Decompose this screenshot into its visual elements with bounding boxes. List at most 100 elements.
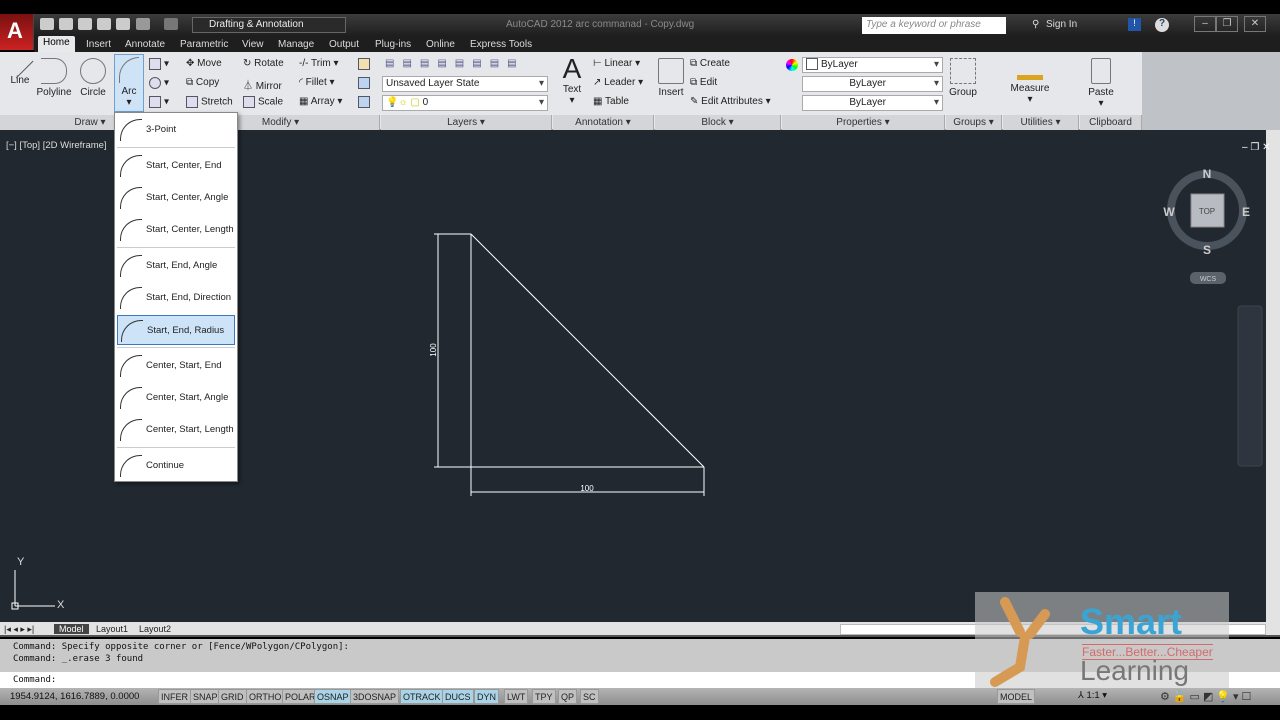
array-button[interactable]: ▦ Array ▾ — [299, 96, 342, 107]
tab-layout1[interactable]: Layout1 — [96, 624, 128, 634]
new-icon[interactable] — [40, 18, 54, 30]
compass-east[interactable]: E — [1242, 205, 1250, 219]
status-toggle-tpy[interactable]: TPY — [532, 689, 556, 704]
polyline-button[interactable]: Polyline — [34, 56, 74, 98]
status-toggle-3dosnap[interactable]: 3DOSNAP — [350, 689, 400, 704]
status-toggle-grid[interactable]: GRID — [218, 689, 247, 704]
leader-button[interactable]: ↗ Leader ▾ — [593, 77, 643, 88]
layout-nav-arrows[interactable]: |◂ ◂ ▸ ▸| — [4, 624, 34, 635]
move-button[interactable]: ✥ Move — [186, 58, 222, 69]
rotate-button[interactable]: ↻ Rotate — [243, 58, 284, 69]
tab-home[interactable]: Home — [38, 36, 75, 52]
rectangle-button[interactable]: ▾ — [149, 58, 169, 70]
tab-online[interactable]: Online — [421, 38, 460, 51]
coordinates-readout[interactable]: 1954.9124, 1616.7889, 0.0000 — [10, 691, 139, 702]
layer-state-dropdown[interactable]: Unsaved Layer State — [382, 76, 548, 92]
tab-model[interactable]: Model — [54, 624, 89, 634]
fillet-button[interactable]: ◜ Fillet ▾ — [299, 77, 335, 88]
search-input[interactable]: Type a keyword or phrase — [862, 17, 1006, 34]
paste-button[interactable]: Paste ▾ — [1081, 56, 1121, 109]
create-block-button[interactable]: ⧉ Create — [690, 58, 730, 69]
viewport-controls-label[interactable]: [−] [Top] [2D Wireframe] — [6, 140, 107, 151]
arc-menu-item-selected[interactable]: Start, End, Radius — [117, 315, 235, 345]
close-button[interactable]: ✕ — [1244, 16, 1266, 32]
status-toggle-otrack[interactable]: OTRACK — [400, 689, 444, 704]
diagonal-line[interactable] — [470, 233, 705, 468]
annotation-panel-label[interactable]: Annotation ▾ — [553, 115, 654, 130]
tab-parametric[interactable]: Parametric — [175, 38, 233, 51]
arc-menu-item[interactable]: Start, Center, End — [117, 151, 235, 181]
scale-button[interactable]: Scale — [243, 96, 283, 108]
offset-button[interactable] — [358, 96, 373, 108]
edit-attributes-button[interactable]: ✎ Edit Attributes ▾ — [690, 96, 771, 107]
layer-tools-icons[interactable]: ▤▤▤▤▤▤▤▤ — [385, 58, 525, 69]
utilities-panel-label[interactable]: Utilities ▾ — [1003, 115, 1079, 130]
viewport-window-controls[interactable]: – ❐ ✕ — [1242, 142, 1270, 153]
viewcube-top-face[interactable]: TOP — [1199, 207, 1215, 216]
tab-output[interactable]: Output — [324, 38, 364, 51]
status-tray-icons[interactable]: ⚙🔓▭◩💡▾☐ — [1160, 690, 1254, 703]
edit-block-button[interactable]: ⧉ Edit — [690, 77, 717, 88]
wcs-menu[interactable]: WCS — [1200, 276, 1217, 283]
status-toggle-dyn[interactable]: DYN — [474, 689, 500, 704]
arc-menu-item[interactable]: Continue — [117, 451, 235, 481]
compass-north[interactable]: N — [1203, 167, 1212, 181]
save-as-icon[interactable] — [97, 18, 111, 30]
sign-in-button[interactable]: Sign In — [1046, 19, 1077, 30]
arc-menu-item[interactable]: Start, End, Direction — [117, 283, 235, 313]
text-button[interactable]: A Text ▾ — [552, 54, 592, 107]
status-toggle-ortho[interactable]: ORTHO — [246, 689, 285, 704]
compass-west[interactable]: W — [1163, 205, 1175, 219]
stretch-button[interactable]: Stretch — [186, 96, 233, 108]
tab-insert[interactable]: Insert — [81, 38, 116, 51]
help-button[interactable]: ? — [1155, 18, 1169, 32]
insert-button[interactable]: Insert — [651, 56, 691, 98]
table-button[interactable]: ▦ Table — [593, 96, 629, 107]
vertical-scrollbar[interactable] — [1266, 130, 1280, 622]
vertical-dimension[interactable] — [434, 233, 471, 468]
minimize-button[interactable]: – — [1194, 16, 1216, 32]
workspace-dropdown[interactable]: Drafting & Annotation — [192, 17, 346, 33]
tab-plug-ins[interactable]: Plug-ins — [370, 38, 416, 51]
arc-menu-item[interactable]: Start, End, Angle — [117, 251, 235, 281]
properties-panel-label[interactable]: Properties ▾ — [782, 115, 945, 130]
restore-button[interactable]: ❐ — [1216, 16, 1238, 32]
trim-button[interactable]: -/- Trim ▾ — [299, 58, 338, 69]
erase-button[interactable] — [358, 58, 373, 70]
linetype-dropdown[interactable]: ByLayer — [802, 95, 943, 111]
arc-menu-item[interactable]: Start, Center, Length — [117, 215, 235, 245]
status-toggle-qp[interactable]: QP — [558, 689, 578, 704]
hatch-dropdown-button[interactable]: ▾ — [149, 77, 169, 89]
group-button[interactable]: Group — [943, 56, 983, 98]
status-toggle-sc[interactable]: SC — [580, 689, 599, 704]
tab-manage[interactable]: Manage — [273, 38, 319, 51]
status-toggle-infer[interactable]: INFER — [158, 689, 191, 704]
copy-button[interactable]: ⧉ Copy — [186, 77, 219, 88]
linear-button[interactable]: ⊢ Linear ▾ — [593, 58, 640, 69]
status-toggle-snap[interactable]: SNAP — [190, 689, 221, 704]
compass-south[interactable]: S — [1203, 243, 1211, 257]
save-icon[interactable] — [78, 18, 92, 30]
layers-panel-label[interactable]: Layers ▾ — [381, 115, 552, 130]
arc-menu-item[interactable]: Center, Start, Angle — [117, 383, 235, 413]
hatch-button[interactable]: ▾ — [149, 96, 169, 108]
lineweight-dropdown[interactable]: ByLayer — [802, 76, 943, 92]
exchange-icon[interactable]: ! — [1128, 18, 1141, 31]
tab-view[interactable]: View — [237, 38, 269, 51]
arc-menu-item[interactable]: Center, Start, End — [117, 351, 235, 381]
tab-annotate[interactable]: Annotate — [120, 38, 170, 51]
annotation-scale[interactable]: ⅄ 1:1 ▾ — [1078, 690, 1107, 701]
print-icon[interactable] — [116, 18, 130, 30]
layer-dropdown[interactable]: 💡☼ ▢ 0 — [382, 95, 548, 111]
redo-icon[interactable] — [164, 18, 178, 30]
groups-panel-label[interactable]: Groups ▾ — [946, 115, 1002, 130]
tab-layout2[interactable]: Layout2 — [139, 624, 171, 634]
status-toggle-ducs[interactable]: DUCS — [442, 689, 474, 704]
tab-express-tools[interactable]: Express Tools — [465, 38, 537, 51]
mirror-button[interactable]: ⏃ Mirror — [243, 77, 282, 92]
measure-button[interactable]: Measure ▾ — [1010, 56, 1050, 105]
binoculars-icon[interactable]: ⚲ — [1032, 19, 1039, 30]
status-toggle-lwt[interactable]: LWT — [504, 689, 529, 704]
status-toggle-osnap[interactable]: OSNAP — [314, 689, 352, 704]
navigation-bar[interactable] — [1237, 305, 1263, 467]
